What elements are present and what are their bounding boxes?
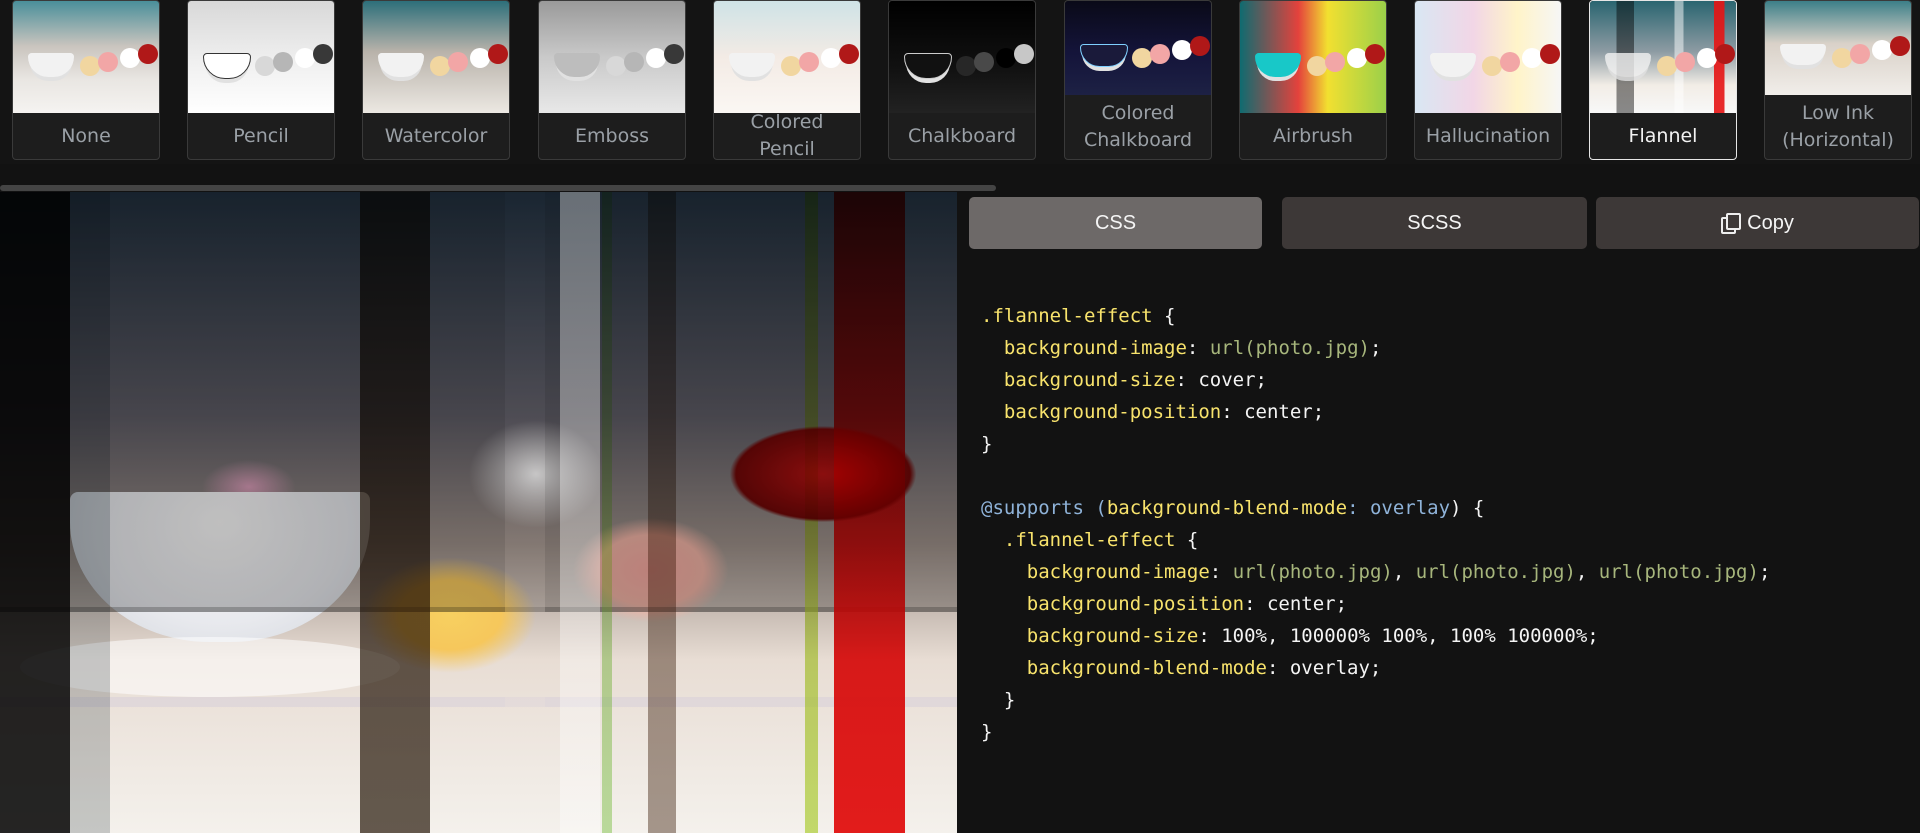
filter-thumbnail	[1065, 1, 1211, 95]
filter-thumbnail	[1590, 1, 1736, 113]
filter-card-chalkboard[interactable]: Chalkboard	[888, 0, 1036, 160]
code-tabs: CSS SCSS Copy	[969, 197, 1919, 249]
filter-card-hallucination[interactable]: Hallucination	[1414, 0, 1562, 160]
filter-strip: None Pencil Watercolor Emboss Colored Pe…	[0, 0, 1920, 164]
filter-card-emboss[interactable]: Emboss	[538, 0, 686, 160]
filter-card-none[interactable]: None	[12, 0, 160, 160]
filter-label: Flannel	[1628, 124, 1698, 147]
tab-css[interactable]: CSS	[969, 197, 1262, 249]
code-block: .flannel-effect { background-image: url(…	[981, 305, 1771, 743]
filter-label: Hallucination	[1425, 124, 1551, 147]
filter-label: Chalkboard	[907, 124, 1017, 147]
filter-card-low-ink-horizontal[interactable]: Low Ink (Horizontal)	[1764, 0, 1912, 160]
filter-thumbnail	[188, 1, 334, 113]
filter-card-pencil[interactable]: Pencil	[187, 0, 335, 160]
filter-label: Colored Chalkboard	[1083, 102, 1193, 151]
copy-icon	[1721, 213, 1742, 234]
filter-thumbnail	[13, 1, 159, 113]
preview-image	[0, 192, 957, 833]
filter-thumbnail	[1415, 1, 1561, 113]
filter-label: None	[61, 124, 111, 147]
filter-label: Airbrush	[1273, 124, 1353, 147]
tab-scss[interactable]: SCSS	[1282, 197, 1587, 249]
filter-card-watercolor[interactable]: Watercolor	[362, 0, 510, 160]
filter-label: Colored Pencil	[750, 111, 824, 160]
filter-thumbnail	[1240, 1, 1386, 113]
filter-card-airbrush[interactable]: Airbrush	[1239, 0, 1387, 160]
filter-label: Watercolor	[384, 124, 488, 147]
filter-thumbnail	[363, 1, 509, 113]
filter-label: Low Ink (Horizontal)	[1782, 102, 1894, 151]
filter-label: Pencil	[233, 124, 289, 147]
filter-thumbnail	[1765, 1, 1911, 95]
code-panel: CSS SCSS Copy .flannel-effect { backgrou…	[957, 192, 1920, 833]
filter-card-flannel[interactable]: Flannel	[1589, 0, 1737, 160]
filter-thumbnail	[539, 1, 685, 113]
filter-thumbnail	[889, 1, 1035, 113]
filter-strip-scrollbar[interactable]	[0, 185, 996, 191]
filter-card-colored-chalkboard[interactable]: Colored Chalkboard	[1064, 0, 1212, 160]
filter-thumbnail	[714, 1, 860, 113]
filter-card-colored-pencil[interactable]: Colored Pencil	[713, 0, 861, 160]
filter-label: Emboss	[575, 124, 649, 147]
copy-label: Copy	[1747, 211, 1794, 234]
copy-button[interactable]: Copy	[1596, 197, 1919, 249]
